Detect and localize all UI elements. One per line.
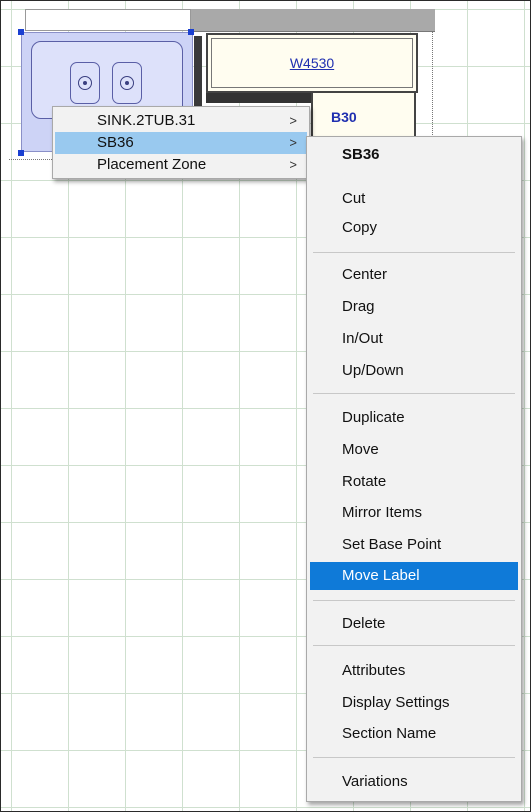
chevron-right-icon: > <box>289 157 297 172</box>
drain-icon <box>78 76 92 90</box>
guide-line-vertical <box>432 31 433 151</box>
chevron-right-icon: > <box>289 135 297 150</box>
cabinet-label[interactable]: W4530 <box>208 55 416 71</box>
wall-cabinet-w4530[interactable]: W4530 <box>206 33 418 93</box>
menu-item-move-label[interactable]: Move Label <box>310 562 518 590</box>
menu-item-move[interactable]: Move <box>310 436 518 464</box>
menu-separator <box>313 600 515 601</box>
menu-separator <box>313 252 515 253</box>
menu-title: SB36 <box>342 146 380 163</box>
menu-item-display-settings[interactable]: Display Settings <box>310 689 518 717</box>
menu-item-copy[interactable]: Copy <box>310 214 518 242</box>
selection-grip-tr[interactable] <box>188 29 194 35</box>
context-menu: SB36 Cut Copy Center Drag In/Out Up/Down… <box>306 136 522 802</box>
menu-item-delete[interactable]: Delete <box>310 610 518 638</box>
menu-separator <box>313 645 515 646</box>
menu-item-set-base-point[interactable]: Set Base Point <box>310 531 518 559</box>
drain-icon <box>120 76 134 90</box>
menu-separator <box>313 757 515 758</box>
submenu-item-placement-zone[interactable]: Placement Zone > <box>55 154 307 176</box>
menu-item-section-name[interactable]: Section Name <box>310 720 518 748</box>
menu-item-mirror-items[interactable]: Mirror Items <box>310 499 518 527</box>
menu-item-attributes[interactable]: Attributes <box>310 657 518 685</box>
selection-grip-tl[interactable] <box>18 29 24 35</box>
chevron-right-icon: > <box>289 113 297 128</box>
menu-item-rotate[interactable]: Rotate <box>310 468 518 496</box>
menu-separator <box>313 393 515 394</box>
submenu-item-sb36[interactable]: SB36 > <box>55 132 307 154</box>
submenu-item-sink[interactable]: SINK.2TUB.31 > <box>55 110 307 132</box>
ruler-left-segment <box>25 9 191 31</box>
right-basin <box>112 62 142 104</box>
menu-item-center[interactable]: Center <box>310 261 518 289</box>
submenu-item-label: Placement Zone <box>97 156 207 173</box>
submenu-item-label: SB36 <box>97 134 134 151</box>
menu-item-cut[interactable]: Cut <box>310 185 518 213</box>
menu-item-duplicate[interactable]: Duplicate <box>310 404 518 432</box>
cabinet-shadow-strip <box>206 93 311 103</box>
cabinet-label[interactable]: B30 <box>331 109 357 125</box>
menu-item-drag[interactable]: Drag <box>310 293 518 321</box>
menu-item-in-out[interactable]: In/Out <box>310 325 518 353</box>
menu-item-up-down[interactable]: Up/Down <box>310 357 518 385</box>
object-submenu: SINK.2TUB.31 > SB36 > Placement Zone > <box>52 106 310 179</box>
submenu-item-label: SINK.2TUB.31 <box>97 112 196 129</box>
selection-grip-bl[interactable] <box>18 150 24 156</box>
menu-item-variations[interactable]: Variations <box>310 768 518 796</box>
ruler-bar <box>191 9 435 32</box>
left-basin <box>70 62 100 104</box>
base-cabinet-b30[interactable]: B30 <box>311 93 416 138</box>
